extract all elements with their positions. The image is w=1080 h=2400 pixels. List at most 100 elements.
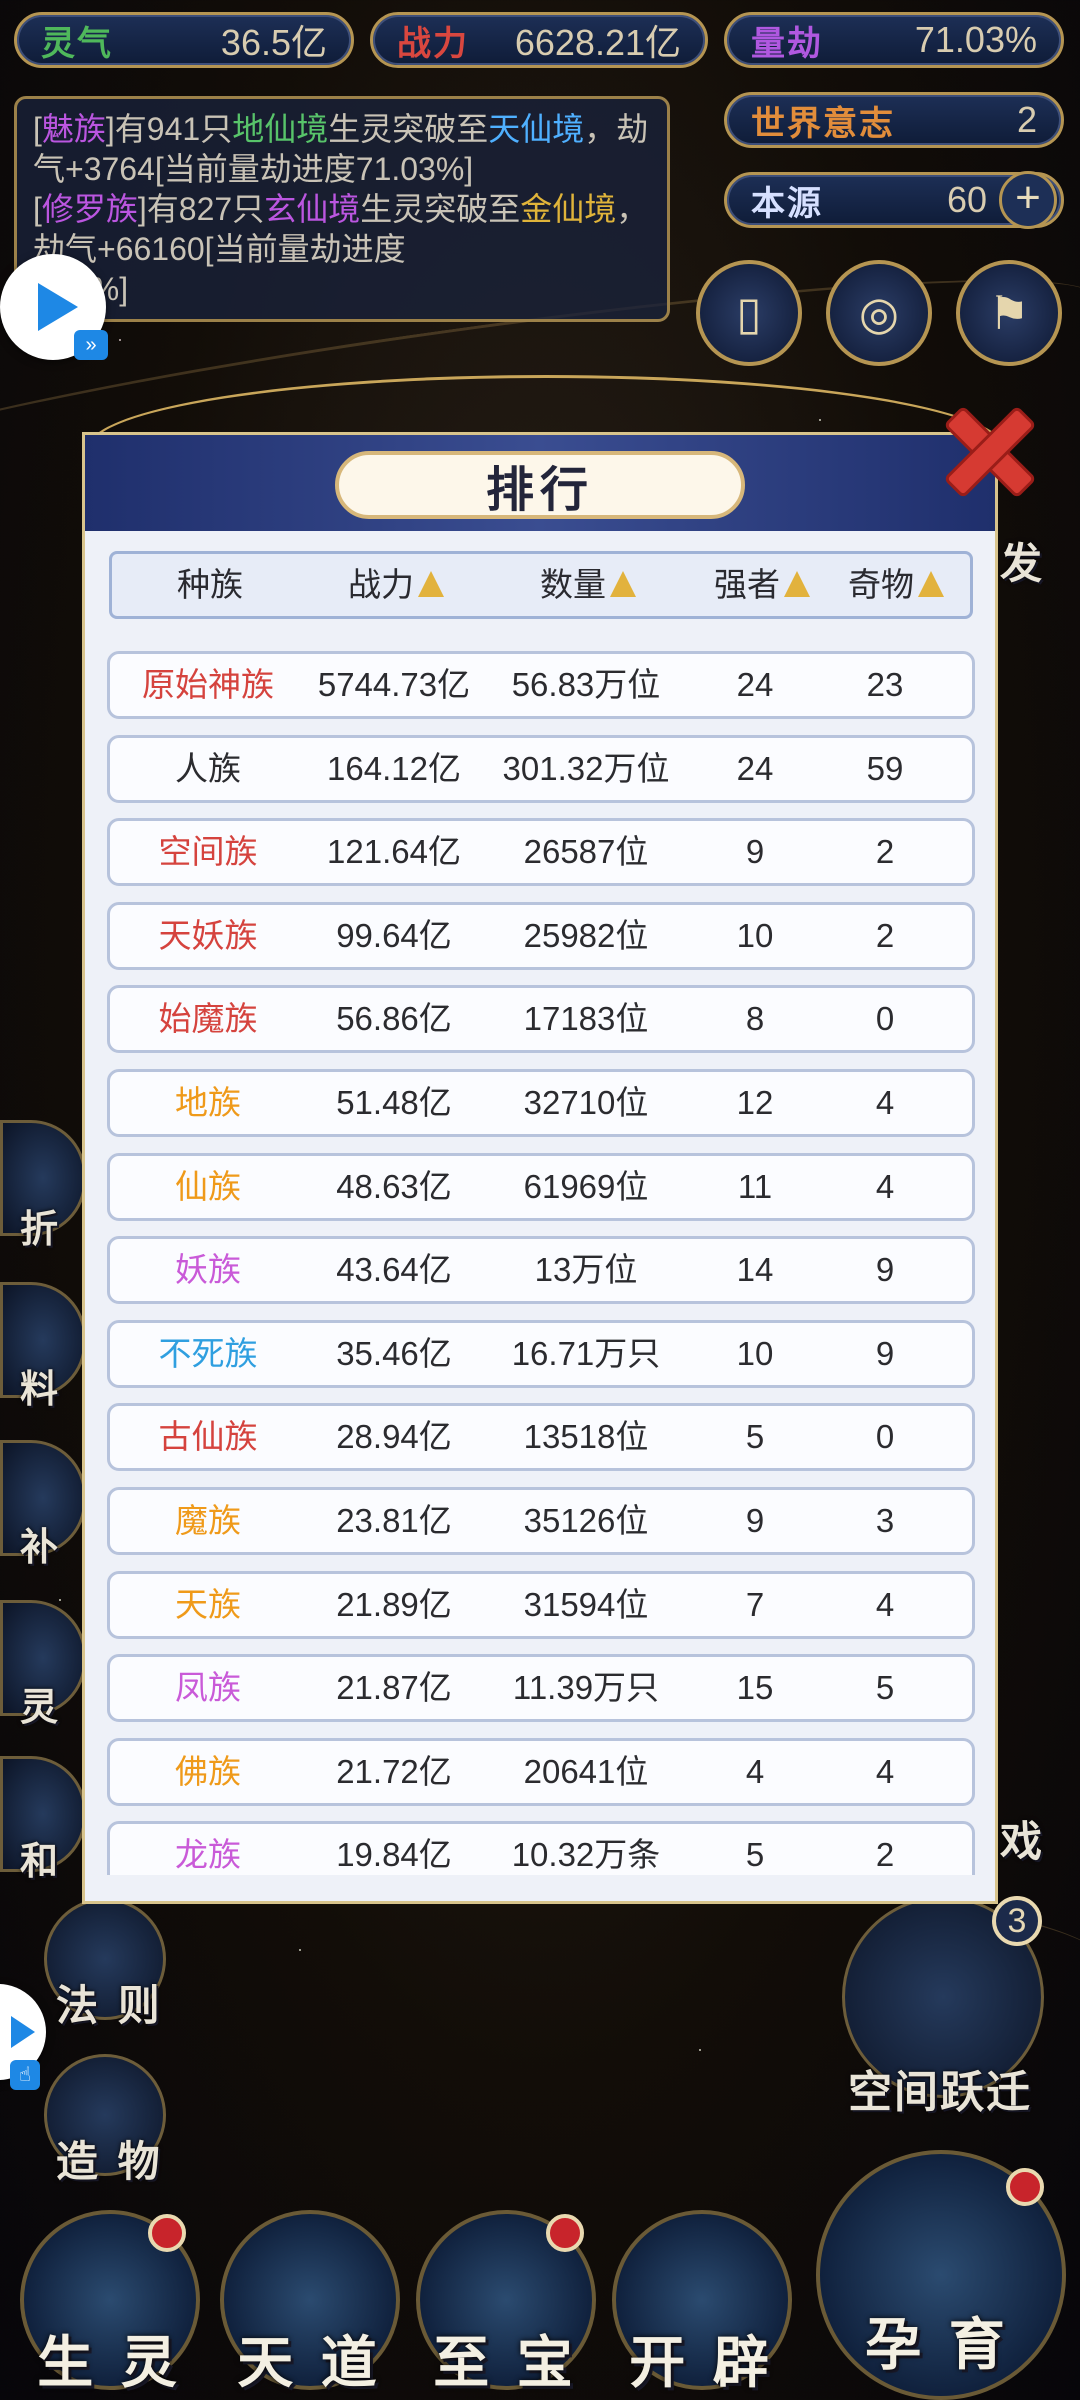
race-cell: 魔族 [175, 1502, 241, 1539]
benyuan-label: 本源 [751, 184, 823, 223]
count-cell: 301.32万位 [502, 749, 670, 787]
zaowu-label[interactable]: 造 物 [56, 2128, 164, 2189]
play-icon [11, 2016, 35, 2048]
count-cell: 31594位 [523, 1585, 649, 1623]
treasure-cell: 59 [866, 749, 904, 787]
lingqi-label: 灵气 [41, 24, 113, 63]
power-cell: 35.46亿 [336, 1334, 452, 1372]
liangjie-value: 71.03% [914, 19, 1037, 60]
benyuan-stat: 本源 60 + [724, 171, 1064, 229]
power-cell: 19.84亿 [336, 1836, 452, 1874]
ranking-list[interactable]: 原始神族 5744.73亿 56.83万位 24 23 人族 164.12亿 301.32万位… [107, 651, 979, 1875]
race-cell: 古仙族 [158, 1418, 258, 1456]
side-label-partial: 戏 [1000, 1818, 1047, 1865]
notification-dot [148, 2214, 186, 2252]
race-cell: 不死族 [158, 1334, 258, 1372]
table-row[interactable]: 原始神族 5744.73亿 56.83万位 24 23 [107, 651, 975, 719]
hand-icon[interactable]: ☝ [10, 2060, 40, 2090]
power-cell: 48.63亿 [336, 1167, 452, 1205]
lingqi-stat: 灵气 36.5亿 [14, 12, 354, 68]
sort-power-button[interactable]: 战力 [308, 554, 484, 616]
race-cell: 妖族 [175, 1251, 241, 1289]
treasure-cell: 2 [875, 1836, 895, 1874]
strong-cell: 24 [736, 749, 774, 787]
treasure-cell: 0 [875, 1418, 895, 1456]
power-cell: 164.12亿 [327, 749, 461, 787]
table-row[interactable]: 空间族 121.64亿 26587位 9 2 [107, 818, 975, 887]
race-cell: 佛族 [175, 1752, 241, 1790]
race-cell: 始魔族 [158, 1000, 258, 1038]
nav-yunyu-label[interactable]: 孕 育 [838, 2300, 1038, 2381]
table-row[interactable]: 凤族 21.87亿 11.39万只 15 5 [107, 1654, 975, 1723]
sort-arrow-icon [418, 571, 444, 598]
race-cell: 天族 [175, 1585, 241, 1623]
nav-kaipi-label[interactable]: 开 辟 [602, 2318, 802, 2399]
sort-strong-button[interactable]: 强者 [692, 554, 832, 616]
side-label-partial: 料 [20, 1369, 63, 1411]
strong-cell: 11 [737, 1167, 773, 1205]
count-cell: 11.39万只 [512, 1669, 660, 1707]
table-row[interactable]: 人族 164.12亿 301.32万位 24 59 [107, 734, 975, 803]
table-row[interactable]: 魔族 23.81亿 35126位 9 3 [107, 1487, 975, 1555]
table-row[interactable]: 天族 21.89亿 31594位 7 4 [107, 1570, 975, 1639]
add-benyuan-button[interactable]: + [999, 171, 1057, 229]
race-cell: 凤族 [175, 1669, 241, 1707]
race-cell: 地族 [175, 1084, 241, 1121]
race-cell: 龙族 [175, 1836, 241, 1874]
flag-icon[interactable]: ⚑ [956, 260, 1062, 366]
header-race: 种族 [177, 566, 243, 603]
nav-tiandao-label[interactable]: 天 道 [210, 2318, 410, 2399]
treasure-cell: 0 [875, 1000, 895, 1038]
table-row[interactable]: 古仙族 28.94亿 13518位 5 0 [107, 1403, 975, 1472]
strong-cell: 8 [745, 1000, 765, 1038]
side-label-partial: 补 [20, 1527, 63, 1569]
count-cell: 26587位 [523, 833, 649, 871]
vortex-icon[interactable]: ◎ [826, 260, 932, 366]
count-cell: 35126位 [523, 1502, 649, 1539]
side-label-partial: 折 [20, 1209, 63, 1251]
race-cell: 仙族 [175, 1167, 241, 1205]
count-cell: 20641位 [523, 1752, 649, 1790]
modal-title: 排行 [335, 451, 745, 519]
modal-header: 排行 [85, 435, 995, 531]
power-cell: 99.64亿 [336, 916, 452, 954]
table-header: 种族 战力 数量 强者 奇物 [109, 551, 973, 619]
treasure-cell: 3 [875, 1502, 895, 1539]
side-label-partial: 发 [1000, 540, 1047, 587]
nav-shengling-label[interactable]: 生 灵 [10, 2318, 210, 2399]
table-row[interactable]: 龙族 19.84亿 10.32万条 5 2 [107, 1821, 975, 1875]
count-cell: 56.83万位 [511, 666, 661, 703]
notification-dot [546, 2214, 584, 2252]
treasure-cell: 9 [875, 1251, 895, 1289]
fast-forward-icon[interactable]: » [74, 330, 108, 360]
table-row[interactable]: 佛族 21.72亿 20641位 4 4 [107, 1737, 975, 1806]
log-line: [魅族]有941只地仙境生灵突破至天仙境，劫气+3764[当前量劫进度71.03… [33, 111, 649, 187]
sort-treasure-button[interactable]: 奇物 [826, 554, 966, 616]
table-row[interactable]: 天妖族 99.64亿 25982位 10 2 [107, 901, 975, 970]
space-jump-label[interactable]: 空间跃迁 [848, 2056, 1032, 2120]
power-cell: 23.81亿 [336, 1502, 452, 1539]
nav-zhibao-label[interactable]: 至 宝 [406, 2318, 606, 2399]
faze-label[interactable]: 法 则 [56, 1972, 164, 2033]
table-row[interactable]: 始魔族 56.86亿 17183位 8 0 [107, 985, 975, 1054]
treasure-cell: 5 [875, 1669, 895, 1707]
treasure-cell: 4 [875, 1585, 895, 1623]
power-cell: 121.64亿 [327, 833, 461, 871]
table-row[interactable]: 仙族 48.63亿 61969位 11 4 [107, 1152, 975, 1221]
benyuan-value: 60 [946, 179, 987, 220]
treasure-cell: 9 [875, 1334, 895, 1372]
race-cell: 空间族 [158, 833, 258, 871]
treasure-cell: 4 [875, 1752, 895, 1790]
count-cell: 13518位 [523, 1418, 649, 1456]
zhanli-label: 战力 [397, 24, 469, 63]
strong-cell: 4 [745, 1752, 765, 1790]
close-icon[interactable] [938, 396, 1036, 494]
table-row[interactable]: 不死族 35.46亿 16.71万只 10 9 [107, 1319, 975, 1388]
sort-count-button[interactable]: 数量 [484, 554, 692, 616]
event-log: [魅族]有941只地仙境生灵突破至天仙境，劫气+3764[当前量劫进度71.03… [14, 96, 670, 322]
table-row[interactable]: 地族 51.48亿 32710位 12 4 [107, 1069, 975, 1137]
race-cell: 天妖族 [158, 916, 258, 954]
book-icon[interactable]: ▯ [696, 260, 802, 366]
table-row[interactable]: 妖族 43.64亿 13万位 14 9 [107, 1236, 975, 1305]
shijie-stat: 世界意志 2 [724, 92, 1064, 148]
